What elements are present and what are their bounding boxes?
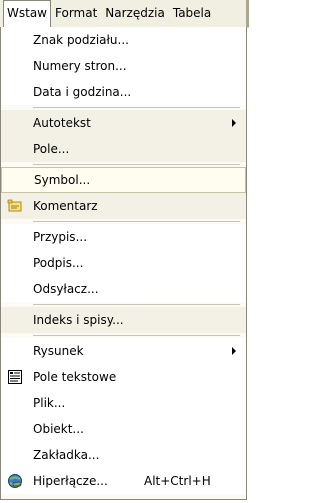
menubar-item-format[interactable]: Format: [51, 0, 101, 27]
menu-item-pole-tekstowe[interactable]: Pole tekstowe: [1, 364, 246, 390]
menu-item-przypis[interactable]: Przypis...: [1, 224, 246, 250]
menu-item-rysunek[interactable]: Rysunek: [1, 338, 246, 364]
menu-group-fields: Autotekst Pole...: [1, 110, 246, 162]
menu-item-hiperlacze[interactable]: Hiperłącze... Alt+Ctrl+H: [1, 468, 246, 494]
menu-item-symbol[interactable]: Symbol...: [1, 167, 246, 193]
menu-item-odsylacz[interactable]: Odsyłacz...: [1, 276, 246, 302]
menu-item-label: Symbol...: [34, 173, 91, 187]
menu-separator: [33, 221, 240, 222]
menu-item-podpis[interactable]: Podpis...: [1, 250, 246, 276]
menu-item-label: Hiperłącze...: [33, 474, 108, 488]
menu-item-label: Autotekst: [33, 116, 91, 130]
menubar-edge: [246, 0, 249, 27]
menu-item-pole[interactable]: Pole...: [1, 136, 246, 162]
menu-item-data-i-godzina[interactable]: Data i godzina...: [1, 79, 246, 105]
menu-group-index: Indeks i spisy...: [1, 307, 246, 333]
menu-item-shortcut: Alt+Ctrl+H: [144, 474, 211, 488]
submenu-arrow-icon: [232, 119, 236, 127]
menu-item-label: Plik...: [33, 396, 66, 410]
menu-item-label: Data i godzina...: [33, 85, 132, 99]
menubar-item-wstaw[interactable]: Wstaw: [3, 0, 51, 28]
menu-item-label: Obiekt...: [33, 422, 84, 436]
hyperlink-icon: [8, 474, 22, 488]
menu-separator: [33, 164, 240, 165]
menu-group-comment: Komentarz: [1, 193, 246, 219]
menu-item-znak-podzialu[interactable]: Znak podziału...: [1, 27, 246, 53]
menu-separator: [33, 335, 240, 336]
menu-item-label: Zakładka...: [33, 448, 100, 462]
menu-item-komentarz[interactable]: Komentarz: [1, 193, 246, 219]
menu-group-objects: Rysunek Pole tekstowe Plik... Obiekt... …: [1, 338, 246, 494]
menu-item-zakladka[interactable]: Zakładka...: [1, 442, 246, 468]
menu-item-label: Indeks i spisy...: [33, 313, 124, 327]
insert-menu-dropdown: Znak podziału... Numery stron... Data i …: [0, 27, 247, 500]
menu-item-label: Komentarz: [33, 199, 98, 213]
menu-item-label: Znak podziału...: [33, 33, 129, 47]
textbox-icon: [8, 370, 22, 384]
menubar-item-tabela[interactable]: Tabela: [169, 0, 215, 27]
menu-item-label: Numery stron...: [33, 59, 127, 73]
menu-bar: Wstaw Format Narzędzia Tabela: [0, 0, 249, 28]
menu-item-label: Przypis...: [33, 230, 88, 244]
submenu-arrow-icon: [232, 347, 236, 355]
menu-item-label: Odsyłacz...: [33, 282, 99, 296]
menu-separator: [33, 304, 240, 305]
menu-item-indeks-i-spisy[interactable]: Indeks i spisy...: [1, 307, 246, 333]
menu-item-label: Pole...: [33, 142, 70, 156]
menu-group-break: Znak podziału... Numery stron... Data i …: [1, 27, 246, 105]
menu-item-plik[interactable]: Plik...: [1, 390, 246, 416]
menu-group-references: Przypis... Podpis... Odsyłacz...: [1, 224, 246, 302]
menu-item-autotekst[interactable]: Autotekst: [1, 110, 246, 136]
menu-separator: [33, 107, 240, 108]
menu-item-obiekt[interactable]: Obiekt...: [1, 416, 246, 442]
menu-item-label: Pole tekstowe: [33, 370, 117, 384]
comment-icon: [7, 199, 22, 212]
menu-item-label: Podpis...: [33, 256, 84, 270]
menu-item-numery-stron[interactable]: Numery stron...: [1, 53, 246, 79]
menubar-item-narzedzia[interactable]: Narzędzia: [101, 0, 169, 27]
menu-group-symbol: Symbol...: [1, 167, 246, 193]
menu-item-label: Rysunek: [33, 344, 84, 358]
